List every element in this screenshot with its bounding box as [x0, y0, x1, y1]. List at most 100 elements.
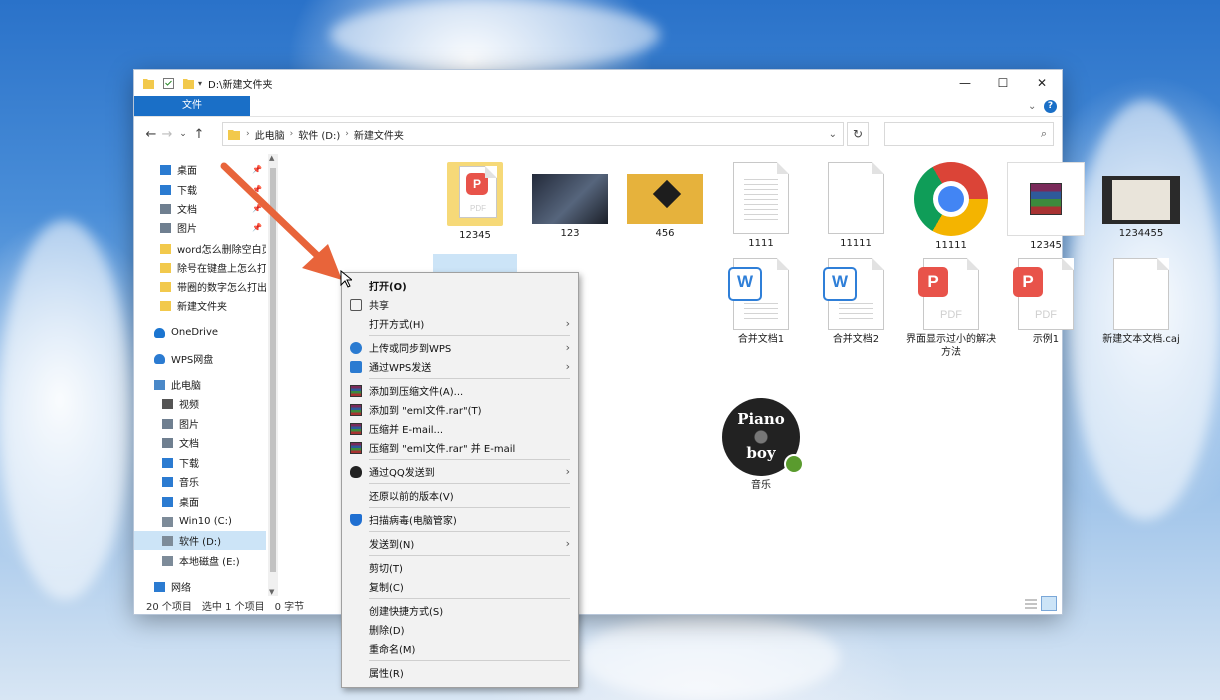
file-item[interactable]: 1111 — [716, 162, 806, 250]
file-item[interactable]: 11111 — [906, 162, 996, 252]
selected-size: 0 字节 — [274, 601, 305, 613]
menu-item[interactable]: 创建快捷方式(S) — [342, 601, 578, 620]
winrar-icon — [350, 384, 362, 397]
sidebar-item-label: 本地磁盘 (E:) — [179, 557, 240, 568]
menu-item[interactable]: 上传或同步到WPS › — [342, 338, 578, 357]
menu-item[interactable]: 重命名(M) — [342, 639, 578, 658]
menu-item[interactable]: 压缩并 E-mail... — [342, 419, 578, 438]
tab-file[interactable]: 文件 — [134, 96, 250, 116]
sidebar-item[interactable]: 此电脑 — [134, 375, 266, 394]
file-item[interactable]: P PDF 示例1 — [1001, 258, 1091, 346]
menu-item[interactable]: 属性(R) — [342, 663, 578, 682]
onedrive-icon — [154, 327, 165, 338]
file-item[interactable]: Piano boy 音乐 — [716, 398, 806, 492]
sidebar-item[interactable]: 网络 — [134, 577, 266, 596]
sidebar-item[interactable]: 音乐 — [134, 472, 266, 491]
file-item[interactable]: W 合并文档2 — [811, 258, 901, 346]
music-album-icon: Piano boy — [722, 398, 804, 476]
submenu-chevron-icon: › — [565, 341, 570, 354]
menu-item[interactable]: 添加到 "eml文件.rar"(T) — [342, 400, 578, 419]
recent-locations-icon[interactable]: ⌄ — [175, 129, 191, 139]
file-item[interactable]: P PDF 界面显示过小的解决方法 — [906, 258, 996, 359]
menu-item[interactable]: 通过WPS发送 › — [342, 357, 578, 376]
menu-item[interactable]: 添加到压缩文件(A)... — [342, 381, 578, 400]
menu-item-label: 打开(O) — [369, 282, 407, 293]
menu-item[interactable]: 还原以前的版本(V) — [342, 486, 578, 505]
scroll-down-icon[interactable]: ▼ — [269, 588, 274, 596]
menu-item[interactable]: 共享 — [342, 295, 578, 314]
sidebar-item[interactable]: 新建文件夹 — [134, 296, 266, 315]
menu-item[interactable]: 删除(D) — [342, 620, 578, 639]
search-input[interactable]: ⌕ — [884, 122, 1054, 146]
text-document-icon — [1113, 258, 1169, 330]
word-badge-icon: W — [823, 267, 857, 301]
pdf-badge-icon: P — [466, 173, 488, 195]
help-icon[interactable]: ? — [1044, 99, 1057, 113]
menu-separator — [369, 459, 570, 460]
file-item[interactable]: W 合并文档1 — [716, 258, 806, 346]
menu-item[interactable]: 复制(C) — [342, 577, 578, 596]
menu-separator — [369, 531, 570, 532]
word-document-icon: W — [728, 258, 789, 330]
menu-item[interactable]: 打开(O) — [342, 276, 578, 295]
new-folder-icon[interactable] — [183, 77, 194, 89]
sidebar-item[interactable]: Win10 (C:) — [134, 512, 266, 531]
details-view-icon[interactable] — [1024, 598, 1038, 610]
file-name: 合并文档2 — [832, 334, 880, 345]
music-icon — [162, 476, 173, 487]
file-item[interactable]: 456 — [620, 162, 710, 240]
sidebar-item[interactable]: 图片 — [134, 414, 266, 433]
refresh-button[interactable]: ↻ — [847, 122, 869, 146]
sidebar-item-label: Win10 (C:) — [179, 516, 232, 527]
address-bar[interactable]: › 此电脑 › 软件 (D:) › 新建文件夹 ⌄ — [222, 122, 844, 146]
sidebar-item[interactable]: 软件 (D:) — [134, 531, 266, 550]
file-item[interactable]: 12345 — [1001, 162, 1091, 252]
quick-access-dropdown-icon[interactable]: ▾ — [198, 79, 202, 88]
up-arrow-icon[interactable]: ↑ — [191, 127, 207, 142]
menu-item[interactable]: 压缩到 "eml文件.rar" 并 E-mail — [342, 438, 578, 457]
menu-item-label: 上传或同步到WPS — [369, 344, 452, 355]
file-item[interactable]: 1234455 — [1096, 162, 1186, 240]
breadcrumb-separator-icon: › — [345, 129, 349, 139]
file-name: 11111 — [840, 238, 872, 249]
sidebar-item[interactable]: 视频 — [134, 394, 266, 413]
file-name: 界面显示过小的解决方法 — [906, 334, 996, 358]
menu-item[interactable]: 发送到(N) › — [342, 534, 578, 553]
sidebar-item[interactable]: 本地磁盘 (E:) — [134, 551, 266, 570]
minimize-button[interactable]: — — [946, 70, 984, 96]
videos-icon — [162, 398, 173, 409]
wps-send-icon — [350, 360, 362, 373]
sidebar-item[interactable]: 文档 — [134, 433, 266, 452]
desktop-icon — [160, 164, 171, 175]
file-item[interactable]: 123 — [525, 162, 615, 240]
sidebar-item-label: 新建文件夹 — [177, 302, 227, 313]
sidebar-item[interactable]: 桌面 — [134, 492, 266, 511]
properties-icon[interactable] — [163, 77, 174, 89]
menu-item[interactable]: 打开方式(H) › — [342, 314, 578, 333]
breadcrumb-this-pc[interactable]: 此电脑 — [255, 127, 285, 142]
breadcrumb-drive-d[interactable]: 软件 (D:) — [298, 127, 340, 142]
breadcrumb-current-folder[interactable]: 新建文件夹 — [354, 127, 404, 142]
menu-item-label: 重命名(M) — [369, 645, 416, 656]
menu-item[interactable]: 通过QQ发送到 › — [342, 462, 578, 481]
file-item[interactable]: P PDF 12345 — [430, 162, 520, 242]
video-frame — [1112, 180, 1170, 220]
file-item[interactable]: 新建文本文档.caj — [1096, 258, 1186, 346]
sidebar-item-label: 软件 (D:) — [179, 537, 222, 548]
file-item[interactable]: 11111 — [811, 162, 901, 250]
address-dropdown-icon[interactable]: ⌄ — [829, 129, 837, 140]
sidebar-item[interactable]: 下载 — [134, 453, 266, 472]
folder-icon — [160, 300, 171, 311]
forward-arrow-icon[interactable]: → — [159, 127, 175, 142]
sidebar-item[interactable]: WPS网盘 — [134, 349, 266, 368]
menu-item[interactable]: 剪切(T) — [342, 558, 578, 577]
maximize-button[interactable]: ☐ — [984, 70, 1022, 96]
close-button[interactable]: ✕ — [1023, 70, 1061, 96]
large-icons-view-icon[interactable] — [1041, 596, 1057, 611]
drive-icon — [162, 535, 173, 546]
menu-item[interactable]: 扫描病毒(电脑管家) — [342, 510, 578, 529]
menu-separator — [369, 507, 570, 508]
sidebar-item[interactable]: OneDrive — [134, 323, 266, 342]
ribbon-expand-icon[interactable]: ⌄ — [1028, 101, 1036, 112]
back-arrow-icon[interactable]: ← — [143, 127, 159, 142]
